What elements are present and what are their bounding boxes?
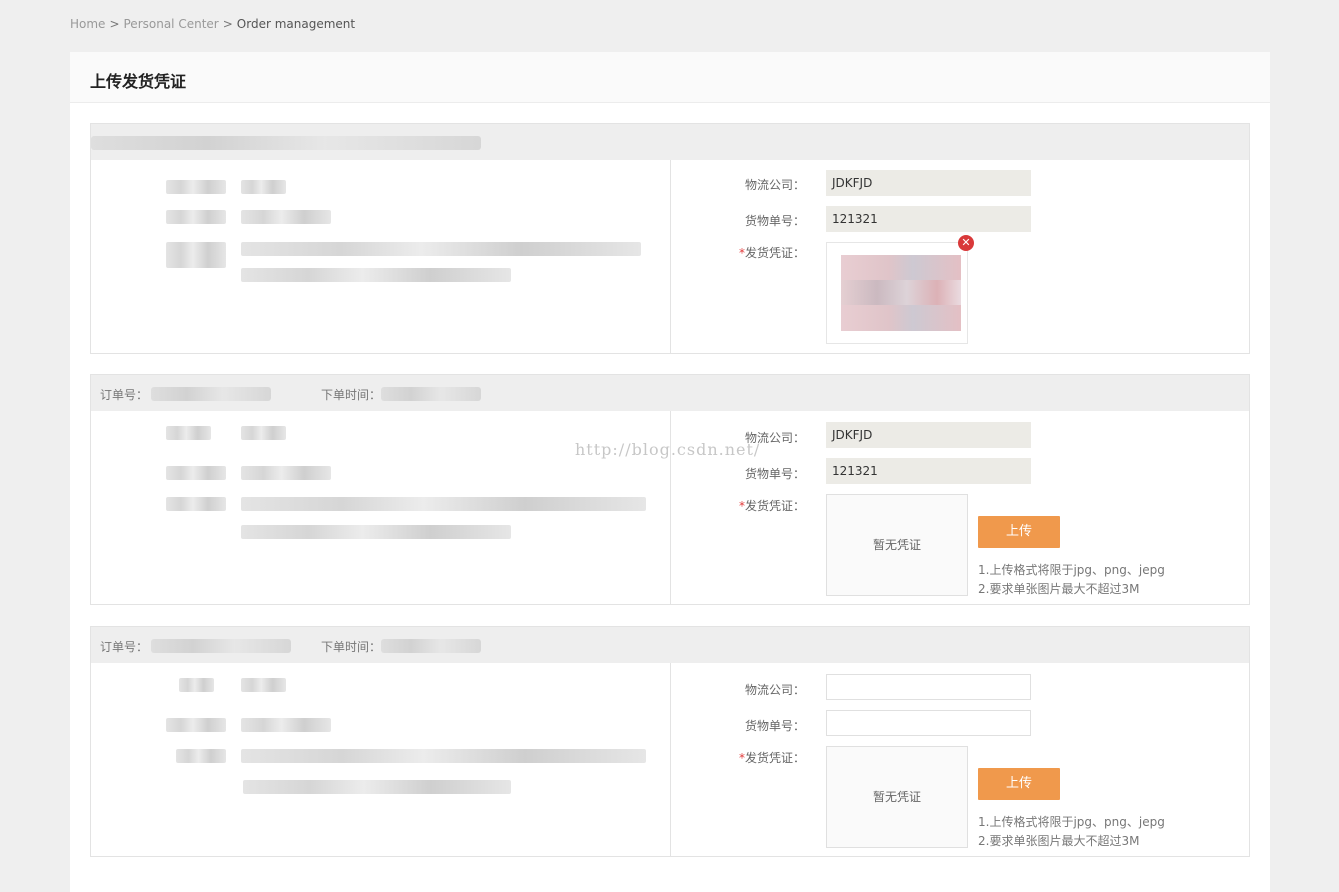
breadcrumb-personal-center[interactable]: Personal Center bbox=[124, 17, 219, 31]
order-number-label: 订单号： bbox=[100, 640, 149, 654]
upload-button[interactable]: 上传 bbox=[978, 768, 1060, 800]
remove-proof-icon[interactable]: ✕ bbox=[958, 235, 974, 251]
redacted-text bbox=[179, 678, 214, 692]
redacted-text bbox=[166, 426, 211, 440]
order-time-redacted bbox=[381, 639, 481, 653]
redacted-text bbox=[243, 780, 511, 794]
page-title: 上传发货凭证 bbox=[90, 72, 187, 91]
order-time-label: 下单时间： bbox=[321, 640, 382, 654]
tracking-input[interactable]: 121321 bbox=[826, 458, 1031, 484]
upload-button[interactable]: 上传 bbox=[978, 516, 1060, 548]
tracking-label: 货物单号： bbox=[745, 214, 806, 228]
upload-proof-panel: 上传发货凭证 物流公司： JDKFJD 货物单号： 121321 *发货凭证： … bbox=[70, 52, 1270, 892]
redacted-text bbox=[241, 466, 331, 480]
redacted-text bbox=[241, 268, 511, 282]
tracking-label: 货物单号： bbox=[745, 467, 806, 481]
redacted-text bbox=[241, 242, 641, 256]
logistics-input[interactable]: JDKFJD bbox=[826, 422, 1031, 448]
divider bbox=[670, 663, 671, 856]
breadcrumb: Home > Personal Center > Order management bbox=[70, 17, 355, 31]
breadcrumb-home[interactable]: Home bbox=[70, 17, 105, 31]
redacted-text bbox=[166, 718, 226, 732]
redacted-text bbox=[241, 718, 331, 732]
order-body: 物流公司： JDKFJD 货物单号： 121321 *发货凭证： ✕ bbox=[91, 160, 1249, 353]
order-time-label: 下单时间： bbox=[321, 388, 382, 402]
proof-thumbnail[interactable] bbox=[826, 242, 968, 344]
order-number-label: 订单号： bbox=[100, 388, 149, 402]
order-header bbox=[91, 124, 1249, 160]
proof-label-text: 发货凭证： bbox=[745, 499, 806, 513]
proof-label-text: 发货凭证： bbox=[745, 246, 806, 260]
redacted-text bbox=[241, 426, 286, 440]
redacted-text bbox=[176, 749, 226, 763]
order-number-redacted bbox=[151, 639, 291, 653]
redacted-text bbox=[166, 497, 226, 511]
order-card: 订单号： 下单时间： 物流公司： JDKFJD 货物单号： 121321 *发货… bbox=[90, 374, 1250, 605]
redacted-text bbox=[166, 466, 226, 480]
breadcrumb-separator: > bbox=[109, 17, 120, 31]
breadcrumb-separator: > bbox=[222, 17, 233, 31]
redacted-text bbox=[241, 749, 646, 763]
tracking-input[interactable]: 121321 bbox=[826, 206, 1031, 232]
redacted-text bbox=[241, 180, 286, 194]
proof-label: *发货凭证： bbox=[739, 749, 805, 766]
upload-hint-size: 2.要求单张图片最大不超过3M bbox=[978, 834, 1140, 848]
tracking-input[interactable] bbox=[826, 710, 1031, 736]
watermark: http://blog.csdn.net/ bbox=[575, 440, 761, 459]
logistics-label: 物流公司： bbox=[745, 178, 806, 192]
proof-label: *发货凭证： bbox=[739, 497, 805, 514]
order-header: 订单号： 下单时间： bbox=[91, 375, 1249, 411]
order-body: 物流公司： 货物单号： *发货凭证： 暂无凭证 上传 1.上传格式将限于jpg、… bbox=[91, 663, 1249, 856]
logistics-input[interactable]: JDKFJD bbox=[826, 170, 1031, 196]
upload-hint-size: 2.要求单张图片最大不超过3M bbox=[978, 582, 1140, 596]
proof-label-text: 发货凭证： bbox=[745, 751, 806, 765]
redacted-text bbox=[241, 210, 331, 224]
redacted-text bbox=[166, 180, 226, 194]
proof-label: *发货凭证： bbox=[739, 244, 805, 261]
panel-header: 上传发货凭证 bbox=[70, 52, 1270, 103]
tracking-label: 货物单号： bbox=[745, 719, 806, 733]
proof-placeholder: 暂无凭证 bbox=[826, 746, 968, 848]
order-time-redacted bbox=[381, 387, 481, 401]
upload-hint-format: 1.上传格式将限于jpg、png、jepg bbox=[978, 815, 1165, 829]
redacted-text bbox=[166, 242, 226, 268]
order-info-redacted bbox=[91, 136, 481, 150]
logistics-label: 物流公司： bbox=[745, 683, 806, 697]
redacted-text bbox=[241, 497, 646, 511]
order-header: 订单号： 下单时间： bbox=[91, 627, 1249, 663]
proof-placeholder: 暂无凭证 bbox=[826, 494, 968, 596]
order-card: 物流公司： JDKFJD 货物单号： 121321 *发货凭证： ✕ bbox=[90, 123, 1250, 354]
redacted-text bbox=[166, 210, 226, 224]
logistics-input[interactable] bbox=[826, 674, 1031, 700]
upload-hint-format: 1.上传格式将限于jpg、png、jepg bbox=[978, 563, 1165, 577]
order-card: 订单号： 下单时间： 物流公司： 货物单号： *发货凭证： 暂无凭证 上传 1.… bbox=[90, 626, 1250, 857]
order-number-redacted bbox=[151, 387, 271, 401]
divider bbox=[670, 160, 671, 353]
redacted-text bbox=[241, 678, 286, 692]
proof-image bbox=[841, 255, 961, 331]
redacted-text bbox=[241, 525, 511, 539]
breadcrumb-current: Order management bbox=[236, 17, 356, 31]
